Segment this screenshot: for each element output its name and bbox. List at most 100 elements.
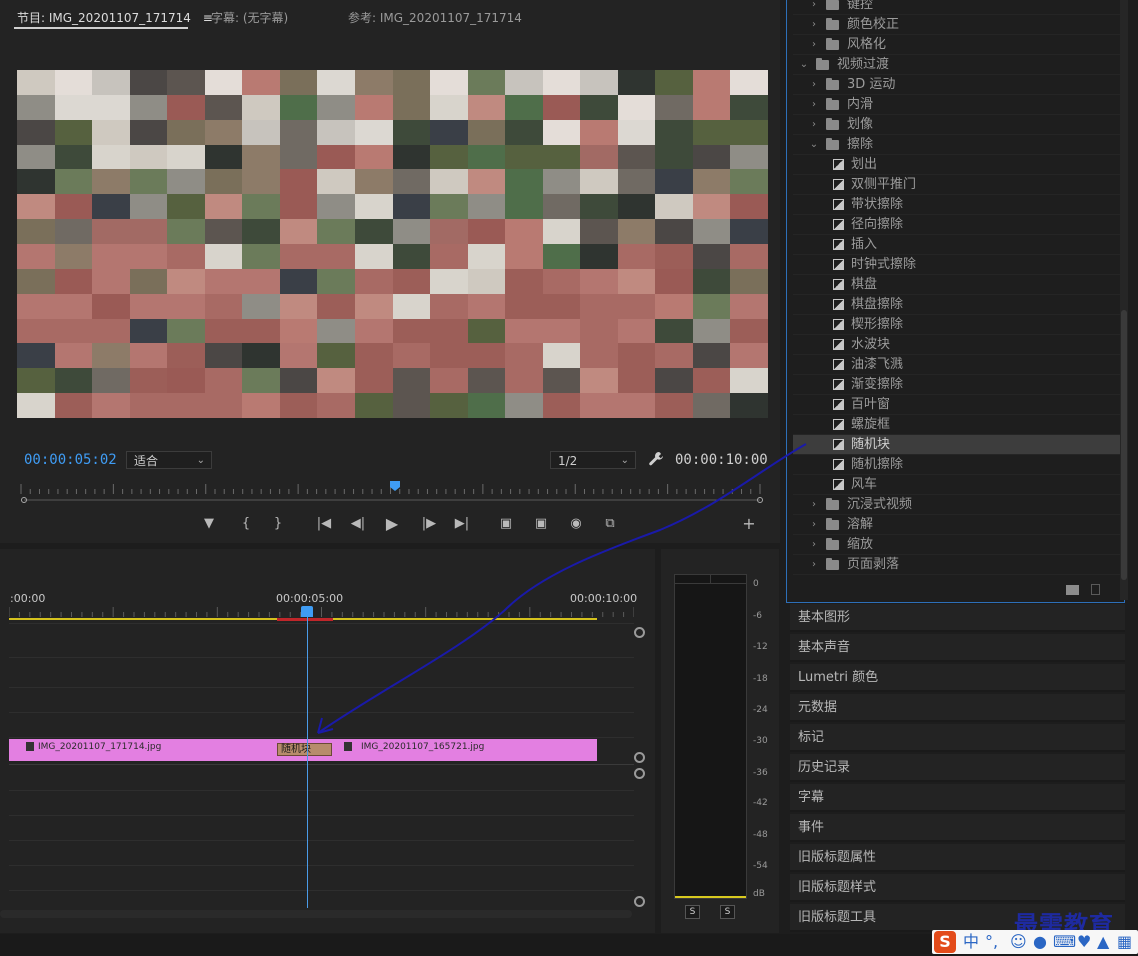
tab-reference[interactable]: 参考: IMG_20201107_171714 [348,9,522,26]
chevron-right-icon[interactable]: › [809,35,819,55]
panel-lumetri-color[interactable]: Lumetri 颜色 [790,664,1125,692]
effect-item[interactable]: 螺旋框 [793,415,1120,435]
timeline-playhead[interactable] [301,606,313,617]
panel-legacy-title-properties[interactable]: 旧版标题属性 [790,844,1125,872]
trash-icon[interactable] [1091,584,1100,595]
ime-mode[interactable]: 中 [963,932,979,952]
panel-metadata[interactable]: 元数据 [790,694,1125,722]
monitor-scrub-bar[interactable] [21,497,763,503]
chevron-right-icon[interactable]: › [809,495,819,515]
chevron-right-icon[interactable]: › [809,535,819,555]
tab-captions[interactable]: 字幕: (无字幕) [211,9,288,26]
new-bin-icon[interactable] [1066,585,1079,595]
timeline-horizontal-scrollbar[interactable] [0,910,632,918]
chevron-down-icon[interactable]: ⌄ [809,135,819,155]
effects-folder[interactable]: › 3D 运动 [793,75,1120,95]
chevron-right-icon[interactable]: › [809,0,819,15]
effect-item[interactable]: 随机块 [793,435,1120,455]
timeline-ruler[interactable] [9,607,634,617]
effects-scrollbar-thumb[interactable] [1121,310,1127,580]
chevron-right-icon[interactable]: › [809,115,819,135]
wrench-icon[interactable] [648,451,664,467]
chevron-right-icon[interactable]: › [809,75,819,95]
chevron-right-icon[interactable]: › [809,95,819,115]
chevron-down-icon[interactable]: ⌄ [799,55,809,75]
extract-icon[interactable]: ▣ [530,513,552,535]
chevron-right-icon[interactable]: › [809,15,819,35]
panel-essential-sound[interactable]: 基本声音 [790,634,1125,662]
effect-item[interactable]: 插入 [793,235,1120,255]
effects-folder[interactable]: › 颜色校正 [793,15,1120,35]
resolution-select[interactable]: 1/2 ⌄ [550,451,636,469]
chevron-right-icon[interactable]: › [809,515,819,535]
grid-icon[interactable]: ▦ [1117,932,1132,952]
step-forward-icon[interactable]: |▶ [418,513,440,535]
effects-folder[interactable]: › 划像 [793,115,1120,135]
step-back-icon[interactable]: ◀| [347,513,369,535]
solo-left-button[interactable]: S [685,905,700,919]
panel-captions[interactable]: 字幕 [790,784,1125,812]
lift-icon[interactable]: ▣ [495,513,517,535]
effects-folder[interactable]: › 键控 [793,0,1120,15]
microphone-icon[interactable]: ● [1033,932,1047,952]
effect-item[interactable]: 楔形擦除 [793,315,1120,335]
effects-folder[interactable]: › 缩放 [793,535,1120,555]
sogou-logo-icon[interactable]: S [934,931,956,953]
chevron-right-icon[interactable]: › [809,555,819,575]
effect-item[interactable]: 划出 [793,155,1120,175]
current-timecode[interactable]: 00:00:05:02 [24,452,117,468]
go-to-in-icon[interactable]: |◀ [313,513,335,535]
effects-folder[interactable]: ⌄ 擦除 [793,135,1120,155]
effects-folder[interactable]: › 溶解 [793,515,1120,535]
skin-icon[interactable]: ♥ [1077,932,1091,952]
effect-item[interactable]: 双侧平推门 [793,175,1120,195]
scroll-handle[interactable] [634,752,645,763]
play-icon[interactable]: ▶ [381,513,403,535]
effect-item[interactable]: 时钟式擦除 [793,255,1120,275]
preview-block [430,268,469,294]
effect-item[interactable]: 百叶窗 [793,395,1120,415]
solo-right-button[interactable]: S [720,905,735,919]
preview-block [317,343,356,369]
scroll-handle[interactable] [634,896,645,907]
button-editor-plus-icon[interactable]: + [738,513,760,535]
effect-item[interactable]: 随机擦除 [793,455,1120,475]
panel-markers[interactable]: 标记 [790,724,1125,752]
effects-folder[interactable]: › 内滑 [793,95,1120,115]
effect-item[interactable]: 油漆飞溅 [793,355,1120,375]
effect-item[interactable]: 风车 [793,475,1120,495]
scroll-handle[interactable] [634,627,645,638]
effect-item[interactable]: 棋盘 [793,275,1120,295]
ime-punctuation[interactable]: °, [985,932,998,952]
go-to-out-icon[interactable]: ▶| [451,513,473,535]
effect-item[interactable]: 棋盘擦除 [793,295,1120,315]
mark-out-icon[interactable]: } [267,513,289,535]
preview-block [467,219,506,245]
fit-select[interactable]: 适合 ⌄ [126,451,212,469]
comparison-view-icon[interactable]: ⧉ [599,513,621,535]
effect-item[interactable]: 带状擦除 [793,195,1120,215]
mark-in-icon[interactable]: { [235,513,257,535]
panel-legacy-title-styles[interactable]: 旧版标题样式 [790,874,1125,902]
transition-effect-icon [833,219,844,230]
monitor-playhead[interactable] [389,480,401,492]
panel-essential-graphics[interactable]: 基本图形 [790,604,1125,632]
scroll-handle[interactable] [634,768,645,779]
add-marker-icon[interactable]: ▼ [198,513,220,535]
emoji-icon[interactable]: ☺ [1010,932,1027,952]
preview-block [617,293,656,319]
effect-item[interactable]: 水波块 [793,335,1120,355]
effect-item[interactable]: 径向擦除 [793,215,1120,235]
transition-clip[interactable]: 随机块 [277,743,332,756]
shirt-icon[interactable]: ▲ [1097,932,1109,952]
tab-program[interactable]: 节目: IMG_20201107_171714 ≡ [17,9,213,26]
export-frame-icon[interactable]: ◉ [565,513,587,535]
effects-folder[interactable]: ⌄ 视频过渡 [793,55,1120,75]
panel-events[interactable]: 事件 [790,814,1125,842]
panel-history[interactable]: 历史记录 [790,754,1125,782]
effect-item[interactable]: 渐变擦除 [793,375,1120,395]
effects-folder[interactable]: › 风格化 [793,35,1120,55]
effects-folder[interactable]: › 页面剥落 [793,555,1120,575]
effects-folder[interactable]: › 沉浸式视频 [793,495,1120,515]
keyboard-icon[interactable]: ⌨ [1053,932,1076,952]
